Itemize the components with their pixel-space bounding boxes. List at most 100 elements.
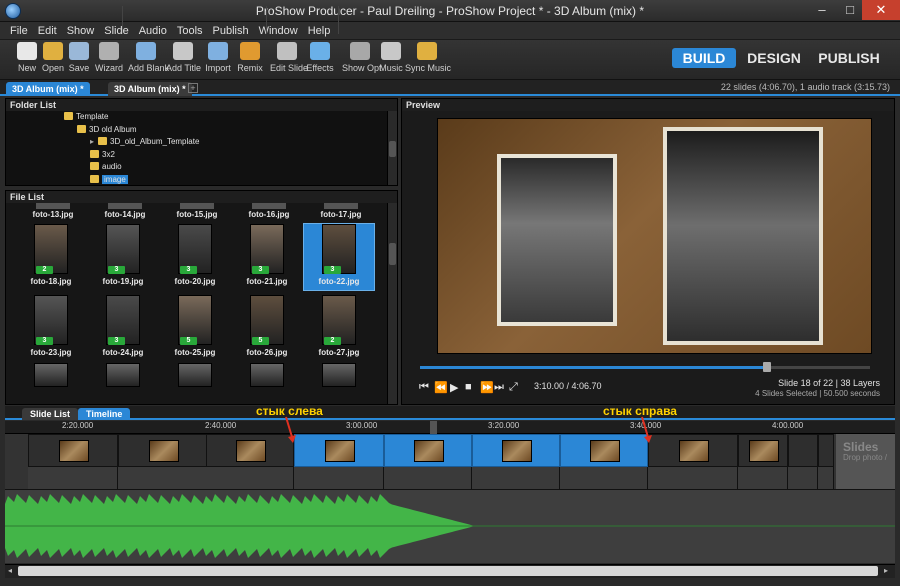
menu-slide[interactable]: Slide xyxy=(99,22,133,40)
transition-slot[interactable] xyxy=(206,467,294,489)
menu-window[interactable]: Window xyxy=(254,22,303,40)
menu-publish[interactable]: Publish xyxy=(208,22,254,40)
skip-end-icon[interactable]: ⏭ xyxy=(494,381,504,394)
project-tab[interactable]: 3D Album (mix) * xyxy=(108,82,192,96)
rewind-icon[interactable]: ⏪ xyxy=(434,381,448,394)
folder-item[interactable]: audio xyxy=(90,162,122,172)
file-thumbnail[interactable] xyxy=(36,203,70,209)
add-tab-button[interactable]: + xyxy=(188,83,198,93)
file-thumbnail[interactable] xyxy=(322,363,356,387)
transition-slot[interactable] xyxy=(472,467,560,489)
menu-tools[interactable]: Tools xyxy=(172,22,208,40)
add-title-label: Add Title xyxy=(166,63,202,73)
file-name: foto-13.jpg xyxy=(32,210,74,219)
project-tab-active[interactable]: 3D Album (mix) * xyxy=(6,82,90,96)
remix-button[interactable]: Remix xyxy=(236,42,264,78)
publish-mode-button[interactable]: PUBLISH xyxy=(814,48,884,68)
timeline-slide[interactable] xyxy=(28,434,118,467)
transition-slot[interactable] xyxy=(384,467,472,489)
timeline-slide[interactable] xyxy=(648,434,738,467)
menu-show[interactable]: Show xyxy=(62,22,100,40)
file-thumbnail[interactable] xyxy=(108,203,142,209)
minimize-button[interactable]: – xyxy=(808,0,836,20)
timeline-slide[interactable] xyxy=(384,434,472,467)
transition-slot[interactable] xyxy=(648,467,738,489)
tab-slide-list[interactable]: Slide List xyxy=(22,408,79,420)
build-mode-button[interactable]: BUILD xyxy=(672,48,736,68)
scrubber-progress[interactable] xyxy=(420,366,767,369)
timeline-slide[interactable] xyxy=(294,434,384,467)
fast-forward-icon[interactable]: ⏩ xyxy=(480,381,494,394)
timeline-slide[interactable] xyxy=(818,434,834,467)
open-button[interactable]: Open xyxy=(40,42,66,78)
menu-edit[interactable]: Edit xyxy=(33,22,62,40)
timeline-ruler[interactable] xyxy=(5,421,895,434)
timeline-slide[interactable] xyxy=(118,434,208,467)
menu-help[interactable]: Help xyxy=(303,22,336,40)
scroll-thumb[interactable] xyxy=(389,243,396,265)
stop-icon[interactable]: ■ xyxy=(465,381,472,393)
folder-item[interactable]: ▸ 3D_old_Album_Template xyxy=(90,137,199,147)
play-icon[interactable]: ▶ xyxy=(450,381,458,394)
timeline-slide[interactable] xyxy=(738,434,788,467)
add-blank-button[interactable]: Add Blank xyxy=(128,42,170,78)
expand-icon[interactable]: ▸ xyxy=(90,137,94,146)
add-blank-label: Add Blank xyxy=(128,63,170,73)
transition-slot[interactable] xyxy=(788,467,818,489)
file-thumbnail[interactable] xyxy=(252,203,286,209)
file-thumbnail[interactable] xyxy=(34,363,68,387)
skip-start-icon[interactable]: ⏮ xyxy=(419,381,429,394)
new-button[interactable]: New xyxy=(14,42,40,78)
file-thumbnail[interactable] xyxy=(250,363,284,387)
timeline-scroll-thumb[interactable] xyxy=(18,566,878,576)
playhead-marker[interactable] xyxy=(430,421,437,434)
music-label: Music xyxy=(379,63,403,73)
file-name: foto-15.jpg xyxy=(176,210,218,219)
folder-item[interactable]: 3D old Album xyxy=(77,124,137,135)
fullscreen-icon[interactable]: ⤢ xyxy=(509,381,518,394)
folder-icon xyxy=(90,174,99,183)
file-list-scrollbar[interactable] xyxy=(387,203,397,404)
preview-photo-left xyxy=(497,154,617,326)
sync-music-button[interactable]: Sync Music xyxy=(405,42,451,78)
save-button[interactable]: Save xyxy=(66,42,92,78)
file-name: foto-18.jpg xyxy=(30,277,72,286)
timeline-slide[interactable] xyxy=(560,434,648,467)
file-thumbnail[interactable] xyxy=(106,363,140,387)
file-thumbnail[interactable] xyxy=(324,203,358,209)
transition-slot[interactable] xyxy=(738,467,788,489)
folder-list-scrollbar[interactable] xyxy=(387,111,397,185)
maximize-button[interactable]: □ xyxy=(836,0,864,20)
add-title-button[interactable]: Add Title xyxy=(166,42,202,78)
transition-slot[interactable] xyxy=(28,467,118,489)
preview-photo-right xyxy=(663,127,823,345)
file-thumbnail[interactable] xyxy=(178,363,212,387)
scroll-left-arrow-icon[interactable]: ◂ xyxy=(8,566,12,575)
show-opt-button[interactable]: Show Opt xyxy=(342,42,382,78)
slide-thumbnail xyxy=(325,440,355,462)
transition-slot[interactable] xyxy=(818,467,834,489)
menu-audio[interactable]: Audio xyxy=(134,22,172,40)
close-button[interactable]: ✕ xyxy=(862,0,900,20)
timeline-slide[interactable] xyxy=(472,434,560,467)
folder-item[interactable]: Template xyxy=(64,112,108,122)
menu-file[interactable]: File xyxy=(0,22,33,40)
scroll-right-arrow-icon[interactable]: ▸ xyxy=(884,566,888,575)
tab-timeline[interactable]: Timeline xyxy=(78,408,131,420)
scroll-thumb[interactable] xyxy=(389,141,396,157)
folder-open-icon xyxy=(43,42,63,60)
folder-item[interactable]: image xyxy=(90,174,128,185)
design-mode-button[interactable]: DESIGN xyxy=(744,48,804,68)
file-thumbnail[interactable] xyxy=(180,203,214,209)
transition-slot[interactable] xyxy=(294,467,384,489)
wizard-button[interactable]: Wizard xyxy=(94,42,124,78)
edit-slide-button[interactable]: Edit Slide xyxy=(270,42,308,78)
scrubber-knob[interactable] xyxy=(762,362,771,372)
transition-slot[interactable] xyxy=(118,467,208,489)
timeline-slide[interactable] xyxy=(788,434,818,467)
import-button[interactable]: Import xyxy=(204,42,232,78)
folder-item[interactable]: 3x2 xyxy=(90,149,115,160)
transition-slot[interactable] xyxy=(560,467,648,489)
music-button[interactable]: Music xyxy=(378,42,404,78)
effects-button[interactable]: Effects xyxy=(306,42,334,78)
